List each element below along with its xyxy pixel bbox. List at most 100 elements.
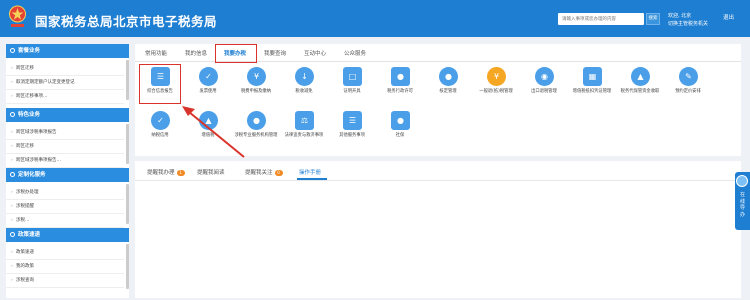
func-label: 出口退税管理 <box>531 89 557 94</box>
func-label: 其他服务事项 <box>339 133 365 138</box>
main-panel: 常用功能 我的信息 我要办税 我要查询 互动中心 公众服务 ☰ 综合信息报告 ✓… <box>135 44 741 156</box>
sidebar-item[interactable]: 跨区迁移 <box>6 62 124 76</box>
func-certificate[interactable]: □ 证明开具 <box>330 65 374 105</box>
tab-remind-follow[interactable]: 提醒我关注 0 <box>245 168 283 176</box>
func-label: 税务代保管资金收取 <box>620 89 660 94</box>
sidebar-section-policy[interactable]: 政策速递 <box>6 228 129 242</box>
sidebar-item[interactable]: 跨区迁移 <box>6 140 124 154</box>
sidebar-item[interactable]: 取消定期定额户认定变更登记 <box>6 76 124 90</box>
sidebar-section-special[interactable]: 特色业务 <box>6 108 129 122</box>
tax-declaration-icon: ¥ <box>247 67 266 86</box>
func-invoice[interactable]: ✓ 发票使用 <box>186 65 230 105</box>
func-label: 税费申报及缴纳 <box>240 89 272 94</box>
func-pricing[interactable]: ✎ 预约定价安排 <box>666 65 710 105</box>
func-label: 一般退(抵)税管理 <box>479 89 513 94</box>
func-verify[interactable]: ● 核定管理 <box>426 65 470 105</box>
tab-remind-handle[interactable]: 提醒我办理 1 <box>147 168 185 176</box>
func-label: 纳税信用 <box>151 133 169 138</box>
func-label: 发票使用 <box>199 89 217 94</box>
func-label: 税收减免 <box>295 89 313 94</box>
func-vat[interactable]: ▲ 增值税 <box>186 109 230 149</box>
tab-remind-read[interactable]: 提醒我阅读 <box>197 168 225 176</box>
assistant-avatar-icon <box>736 175 748 187</box>
func-label: 税务行政许可 <box>387 89 413 94</box>
sidebar-item[interactable]: 跨区迁移事项… <box>6 90 124 104</box>
certificate-icon: □ <box>343 67 362 86</box>
credit-icon: ✓ <box>151 111 170 130</box>
func-custody-funds[interactable]: ▲ 税务代保管资金收取 <box>618 65 662 105</box>
sidebar-item[interactable]: 我的政策 <box>6 260 124 274</box>
func-credit[interactable]: ✓ 纳税信用 <box>138 109 182 149</box>
sidebar-item[interactable]: 跨区域涉税事项报告… <box>6 154 124 168</box>
func-tax-relief[interactable]: ↓ 税收减免 <box>282 65 326 105</box>
func-label: 社保 <box>395 133 405 138</box>
top-header: 国家税务总局北京市电子税务局 搜索 欢迎, 北京 切换主管税务机关 退出 <box>0 0 750 37</box>
tab-label: 提醒我阅读 <box>197 170 225 176</box>
circle-icon <box>10 48 15 53</box>
sidebar-scrollbar[interactable] <box>126 124 129 164</box>
func-label: 法律追责与救济事项 <box>284 133 324 138</box>
func-export-refund[interactable]: ◉ 出口退税管理 <box>522 65 566 105</box>
permit-icon: ● <box>391 67 410 86</box>
site-title: 国家税务总局北京市电子税务局 <box>35 15 218 29</box>
reminder-panel: 提醒我办理 1 提醒我阅读 提醒我关注 0 操作手册 <box>135 161 741 298</box>
tab-public-service[interactable]: 公众服务 <box>344 49 366 57</box>
func-label: 增值税抵扣凭证管理 <box>572 89 612 94</box>
sidebar-scrollbar[interactable] <box>126 184 129 224</box>
func-other-services[interactable]: ☰ 其他服务事项 <box>330 109 374 149</box>
func-tax-declaration[interactable]: ¥ 税费申报及缴纳 <box>234 65 278 105</box>
func-label: 涉税专业服务机构管理 <box>234 133 278 138</box>
func-permit[interactable]: ● 税务行政许可 <box>378 65 422 105</box>
func-legal[interactable]: ⚖ 法律追责与救济事项 <box>282 109 326 149</box>
tab-label: 操作手册 <box>299 170 322 176</box>
tax-relief-icon: ↓ <box>295 67 314 86</box>
export-refund-icon: ◉ <box>535 67 554 86</box>
search-box[interactable] <box>558 13 644 25</box>
func-service-agency[interactable]: ● 涉税专业服务机构管理 <box>234 109 278 149</box>
online-guide-widget[interactable]: 在线导办 <box>735 172 750 230</box>
sidebar-item[interactable]: 涉税办处理 <box>6 186 124 200</box>
other-services-icon: ☰ <box>343 111 362 130</box>
count-badge: 0 <box>274 169 283 176</box>
circle-icon <box>10 112 15 117</box>
main-tabs: 常用功能 我的信息 我要办税 我要查询 互动中心 公众服务 <box>135 44 741 63</box>
online-guide-label: 在线导办 <box>739 192 745 218</box>
sidebar-section-package[interactable]: 套餐业务 <box>6 44 129 58</box>
tab-query[interactable]: 我要查询 <box>264 49 286 57</box>
tab-label: 提醒我关注 <box>245 170 273 176</box>
sidebar-item[interactable]: 涉税查询 <box>6 274 124 288</box>
tab-manual[interactable]: 操作手册 <box>299 168 321 176</box>
sidebar-item[interactable]: 跨区域涉税事项报告 <box>6 126 124 140</box>
search-input[interactable] <box>558 13 644 25</box>
func-label: 核定管理 <box>439 89 457 94</box>
sidebar-scrollbar[interactable] <box>126 60 129 100</box>
func-label: 增值税 <box>201 133 215 138</box>
user-greeting: 欢迎, 北京 <box>668 13 692 19</box>
vat-icon: ▲ <box>199 111 218 130</box>
tab-common[interactable]: 常用功能 <box>145 49 167 57</box>
custody-funds-icon: ▲ <box>631 67 650 86</box>
sidebar: 套餐业务 跨区迁移 取消定期定额户认定变更登记 跨区迁移事项… 特色业务 跨区域… <box>6 44 129 298</box>
refund-icon: ¥ <box>487 67 506 86</box>
sidebar-section-title: 定制化服务 <box>18 172 46 178</box>
logout-link[interactable]: 退出 <box>723 13 734 21</box>
sidebar-item[interactable]: 政策速递 <box>6 246 124 260</box>
tab-interaction[interactable]: 互动中心 <box>304 49 326 57</box>
switch-tax-office-link[interactable]: 切换主管税务机关 <box>668 20 708 27</box>
tab-my-info[interactable]: 我的信息 <box>185 49 207 57</box>
func-refund[interactable]: ¥ 一般退(抵)税管理 <box>474 65 518 105</box>
vat-deduction-icon: ▦ <box>583 67 602 86</box>
search-button[interactable]: 搜索 <box>646 13 660 25</box>
sidebar-item[interactable]: 涉税提醒 <box>6 200 124 214</box>
selected-function-annotation-box <box>139 64 181 104</box>
sidebar-scrollbar[interactable] <box>126 244 129 289</box>
active-tab-annotation-box <box>215 44 257 63</box>
tab-divider <box>135 180 741 181</box>
social-security-icon: ● <box>391 111 410 130</box>
func-vat-deduction[interactable]: ▦ 增值税抵扣凭证管理 <box>570 65 614 105</box>
sidebar-item[interactable]: 涉税… <box>6 214 124 228</box>
sidebar-section-custom[interactable]: 定制化服务 <box>6 168 129 182</box>
func-label: 证明开具 <box>343 89 361 94</box>
func-social-security[interactable]: ● 社保 <box>378 109 422 149</box>
user-icon <box>10 172 15 177</box>
